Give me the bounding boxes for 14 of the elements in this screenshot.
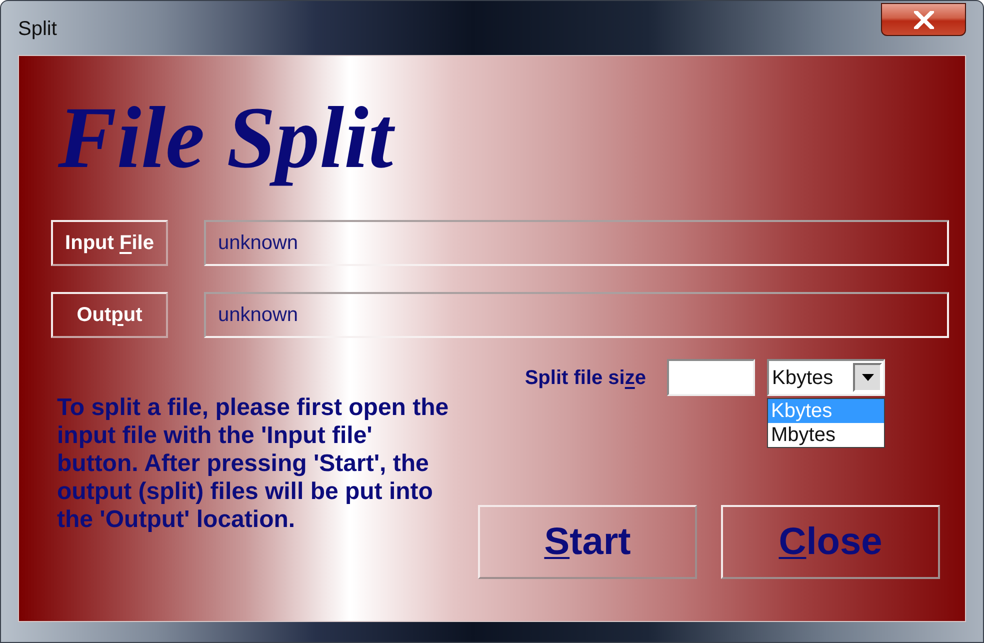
- start-button[interactable]: Start: [478, 505, 697, 579]
- path-button[interactable]: Output: [51, 292, 168, 338]
- path-button[interactable]: Input File: [51, 220, 168, 266]
- path-field[interactable]: unknown: [204, 292, 949, 338]
- instructions-text: To split a file, please first open the input file with the 'Input file' button. After pressing 'Start', the output (split) files will be put into the 'Output' location.: [57, 394, 450, 534]
- close-icon: [914, 10, 934, 28]
- caret-icon: [862, 374, 874, 381]
- close-window-button[interactable]: [881, 3, 966, 36]
- path-field[interactable]: unknown: [204, 220, 949, 266]
- window-title: Split: [18, 17, 57, 42]
- split-size-label: Split file size: [524, 366, 646, 390]
- size-input[interactable]: [667, 359, 755, 396]
- dropdown-arrow-button[interactable]: [853, 363, 882, 392]
- unit-dropdown[interactable]: Kbytes: [767, 359, 885, 396]
